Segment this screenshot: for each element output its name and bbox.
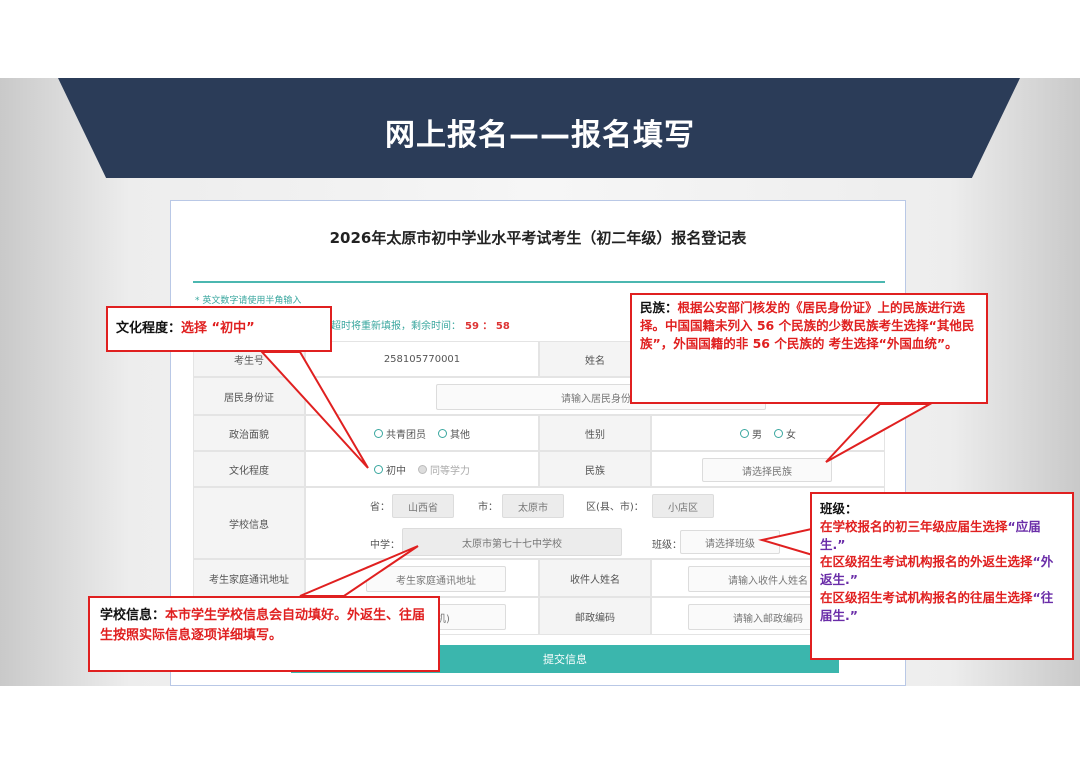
radio-label: 初中 <box>386 465 406 477</box>
label-address: 考生家庭通讯地址 <box>193 559 305 597</box>
district-field[interactable]: 小店区 <box>652 494 714 518</box>
province-label: 省： <box>370 502 390 513</box>
radio-junior-high[interactable]: 初中 <box>374 462 406 477</box>
callout-ethnicity-body: 根据公安部门核发的《居民身份证》上的民族进行选择。中国国籍未列入 56 个民族的… <box>640 300 975 352</box>
radio-circle-icon <box>740 428 749 438</box>
form-divider <box>193 281 885 283</box>
radio-label: 其他 <box>450 429 470 441</box>
slide-title: 网上报名——报名填写 <box>385 118 695 153</box>
class-select[interactable]: 请选择班级 <box>680 530 780 554</box>
school-info-cell: 省： 山西省 市： 太原市 区(县、市)： 小店区 中学： 太原市第七十七中学校… <box>305 487 885 559</box>
callout-education-head: 文化程度： <box>116 321 182 337</box>
label-politics: 政治面貌 <box>193 415 305 451</box>
callout-class: 班级： 在学校报名的初三年级应届生选择“应届生.” 在区级招生考试机构报名的外返… <box>810 492 1074 660</box>
slide: 网上报名——报名填写 2026年太原市初中学业水平考试考生（初二年级）报名登记表… <box>0 0 1080 764</box>
label-recipient: 收件人姓名 <box>539 559 651 597</box>
district-label: 区(县、市)： <box>586 502 644 513</box>
timer-text: 超时将重新填报，剩余时间： <box>331 321 461 332</box>
rule-text: 在区级招生考试机构报名的外返生选择 <box>820 554 1033 570</box>
callout-class-rule-2: 在区级招生考试机构报名的外返生选择“外返生.” <box>820 553 1064 589</box>
callout-school: 学校信息：本市学生学校信息会自动填好。外返生、往届生按照实际信息逐项详细填写。 <box>88 596 440 672</box>
province-field[interactable]: 山西省 <box>392 494 454 518</box>
callout-ethnicity-head: 民族： <box>640 300 678 315</box>
radio-female[interactable]: 女 <box>774 426 796 441</box>
callout-class-rule-3: 在区级招生考试机构报名的往届生选择“往届生.” <box>820 589 1064 625</box>
callout-education-body: 选择 “初中” <box>181 321 255 337</box>
ethnicity-cell: 请选择民族 <box>651 451 885 487</box>
radio-politics-other[interactable]: 其他 <box>438 426 470 441</box>
rule-text: 在区级招生考试机构报名的往届生选择 <box>820 589 1033 605</box>
radio-label: 共青团员 <box>386 429 426 441</box>
radio-circle-icon <box>438 428 447 438</box>
callout-education: 文化程度： 选择 “初中” <box>106 306 332 352</box>
exam-no-value: 258105770001 <box>305 341 539 377</box>
radio-league-member[interactable]: 共青团员 <box>374 426 426 441</box>
radio-circle-icon <box>374 464 383 474</box>
radio-equivalent[interactable]: 同等学力 <box>418 462 470 477</box>
radio-male[interactable]: 男 <box>740 426 762 441</box>
form-title: 2026年太原市初中学业水平考试考生（初二年级）报名登记表 <box>329 229 747 247</box>
label-id-card: 居民身份证 <box>193 377 305 415</box>
label-ethnicity: 民族 <box>539 451 651 487</box>
label-school-info: 学校信息 <box>193 487 305 559</box>
callout-ethnicity: 民族：根据公安部门核发的《居民身份证》上的民族进行选择。中国国籍未列入 56 个… <box>630 293 988 404</box>
radio-circle-icon <box>418 464 427 474</box>
ethnicity-select[interactable]: 请选择民族 <box>702 458 832 482</box>
callout-class-rule-1: 在学校报名的初三年级应届生选择“应届生.” <box>820 518 1064 554</box>
input-note: * 英文数字请使用半角输入 <box>195 296 302 306</box>
education-options: 初中 同等学力 <box>305 451 539 487</box>
school-label: 中学： <box>370 540 400 551</box>
address-cell: 考生家庭通讯地址 <box>305 559 539 597</box>
radio-label: 同等学力 <box>430 465 470 477</box>
city-label: 市： <box>478 502 498 513</box>
gender-options: 男 女 <box>651 415 885 451</box>
label-education: 文化程度 <box>193 451 305 487</box>
callout-school-head: 学校信息： <box>100 608 166 623</box>
timer-value: 59 ： 58 <box>465 321 510 332</box>
countdown-timer: 超时将重新填报，剩余时间： 59 ： 58 <box>331 317 510 332</box>
rule-text: 在学校报名的初三年级应届生选择 <box>820 518 1008 534</box>
callout-class-head: 班级： <box>820 501 858 516</box>
label-gender: 性别 <box>539 415 651 451</box>
politics-options: 共青团员 其他 <box>305 415 539 451</box>
school-field[interactable]: 太原市第七十七中学校 <box>402 528 622 556</box>
radio-circle-icon <box>774 428 783 438</box>
label-postcode: 邮政编码 <box>539 597 651 635</box>
address-input[interactable]: 考生家庭通讯地址 <box>366 566 506 592</box>
city-field[interactable]: 太原市 <box>502 494 564 518</box>
radio-label: 女 <box>786 429 796 441</box>
radio-circle-icon <box>374 428 383 438</box>
class-label: 班级： <box>652 540 682 551</box>
radio-label: 男 <box>752 429 762 441</box>
